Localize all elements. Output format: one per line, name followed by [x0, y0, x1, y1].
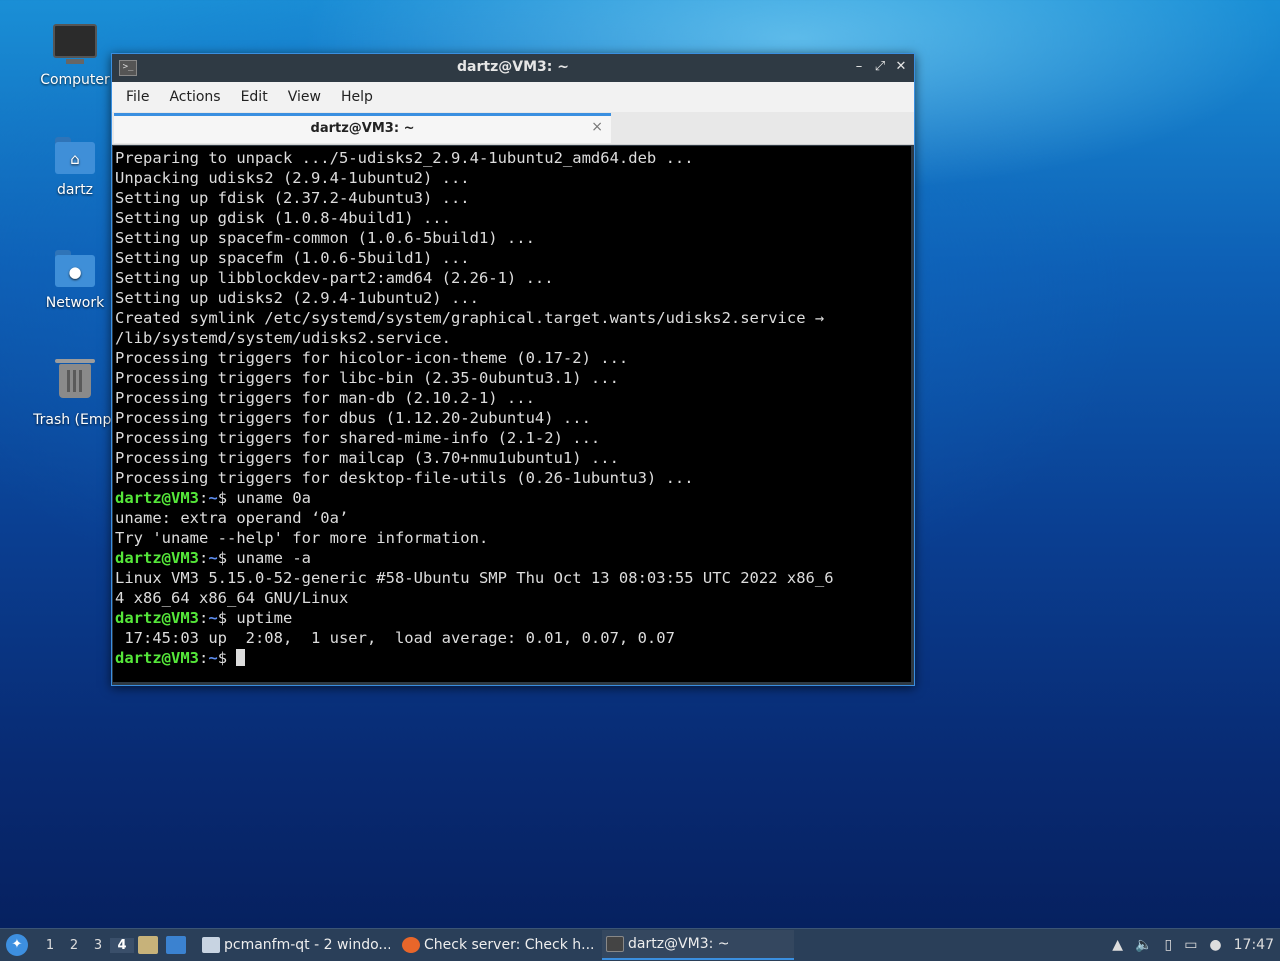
system-tray: ▲ 🔈 ▯ ▭ ● 17:47	[1106, 929, 1280, 961]
prompt-separator: :	[199, 609, 209, 627]
prompt-dir: ~	[208, 549, 218, 567]
prompt-separator: :	[199, 649, 209, 667]
taskbar: ✦ 1 2 3 4 pcmanfm-qt - 2 windo... Check …	[0, 928, 1280, 961]
clock[interactable]: 17:47	[1234, 937, 1274, 953]
prompt-dir: ~	[208, 609, 218, 627]
terminal-output-line: Processing triggers for desktop-file-uti…	[115, 469, 694, 487]
menu-actions[interactable]: Actions	[159, 82, 230, 112]
terminal-prompt-line: dartz@VM3:~$	[115, 648, 909, 668]
prompt-dir: ~	[208, 649, 218, 667]
terminal-output-line: Setting up udisks2 (2.9.4-1ubuntu2) ...	[115, 289, 479, 307]
terminal-output-line: Processing triggers for libc-bin (2.35-0…	[115, 369, 619, 387]
task-label: pcmanfm-qt - 2 windo...	[224, 937, 390, 953]
prompt-end: $	[217, 609, 237, 627]
terminal-window: >_ dartz@VM3: ~ – ⤢ ✕ File Actions Edit …	[111, 53, 915, 686]
file-manager-launcher-icon[interactable]	[138, 936, 158, 954]
workspace-3[interactable]: 3	[86, 938, 110, 953]
tray-up-arrow-icon[interactable]: ▲	[1112, 937, 1123, 953]
menu-file[interactable]: File	[116, 82, 159, 112]
notification-icon[interactable]: ●	[1209, 937, 1221, 953]
terminal-output-line: Setting up fdisk (2.37.2-4ubuntu3) ...	[115, 189, 470, 207]
prompt-user: dartz@VM3	[115, 609, 199, 627]
prompt-end: $	[217, 549, 237, 567]
task-label: Check server: Check h...	[424, 937, 594, 953]
terminal-output-line: 17:45:03 up 2:08, 1 user, load average: …	[115, 629, 675, 647]
terminal-output-line: Setting up libblockdev-part2:amd64 (2.26…	[115, 269, 554, 287]
tab-bar: dartz@VM3: ~ ×	[112, 112, 914, 145]
close-button[interactable]: ✕	[892, 58, 910, 76]
minimize-button[interactable]: –	[850, 58, 868, 76]
terminal-output-line: Setting up spacefm-common (1.0.6-5build1…	[115, 229, 535, 247]
window-title: dartz@VM3: ~	[457, 59, 569, 75]
window-titlebar[interactable]: >_ dartz@VM3: ~ – ⤢ ✕	[112, 54, 914, 82]
terminal-prompt-line: dartz@VM3:~$ uname -a	[115, 548, 909, 568]
terminal-output-line: uname: extra operand ‘0a’	[115, 509, 349, 527]
task-label: dartz@VM3: ~	[628, 936, 730, 952]
terminal-cursor	[236, 649, 246, 666]
firefox-icon	[402, 937, 420, 953]
workspace-2[interactable]: 2	[62, 938, 86, 953]
terminal-prompt-line: dartz@VM3:~$ uptime	[115, 608, 909, 628]
prompt-separator: :	[199, 489, 209, 507]
tab-close-icon[interactable]: ×	[591, 119, 603, 135]
prompt-end: $	[217, 649, 237, 667]
prompt-separator: :	[199, 549, 209, 567]
terminal-output-line: Unpacking udisks2 (2.9.4-1ubuntu2) ...	[115, 169, 470, 187]
terminal-output-line: Processing triggers for dbus (1.12.20-2u…	[115, 409, 591, 427]
task-terminal[interactable]: dartz@VM3: ~	[602, 930, 794, 960]
start-menu-icon[interactable]: ✦	[6, 934, 28, 956]
monitor-icon	[53, 24, 97, 68]
clipboard-icon[interactable]: ▯	[1164, 937, 1172, 953]
terminal-output-line: Linux VM3 5.15.0-52-generic #58-Ubuntu S…	[115, 569, 834, 587]
command-text: uptime	[236, 609, 293, 627]
tab-terminal[interactable]: dartz@VM3: ~ ×	[114, 113, 611, 143]
terminal-output-line: Created symlink /etc/systemd/system/grap…	[115, 309, 825, 327]
terminal-icon	[606, 936, 624, 952]
prompt-user: dartz@VM3	[115, 649, 199, 667]
terminal-output-line: Setting up gdisk (1.0.8-4build1) ...	[115, 209, 451, 227]
home-folder-icon: ⌂	[53, 134, 97, 178]
maximize-button[interactable]: ⤢	[871, 58, 889, 76]
terminal-output-line: Setting up spacefm (1.0.6-5build1) ...	[115, 249, 470, 267]
terminal-output-line: 4 x86_64 x86_64 GNU/Linux	[115, 589, 349, 607]
task-pcmanfm[interactable]: pcmanfm-qt - 2 windo...	[198, 930, 390, 960]
terminal-output-line: Preparing to unpack .../5-udisks2_2.9.4-…	[115, 149, 694, 167]
terminal-output-line: Processing triggers for shared-mime-info…	[115, 429, 601, 447]
menu-edit[interactable]: Edit	[231, 82, 278, 112]
network-folder-icon: ●	[53, 247, 97, 291]
trash-icon	[53, 359, 97, 408]
show-desktop-icon[interactable]	[166, 936, 186, 954]
prompt-user: dartz@VM3	[115, 549, 199, 567]
workspace-4[interactable]: 4	[110, 937, 134, 953]
menu-help[interactable]: Help	[331, 82, 383, 112]
file-manager-icon	[202, 937, 220, 953]
command-text: uname -a	[236, 549, 312, 567]
terminal-output[interactable]: Preparing to unpack .../5-udisks2_2.9.4-…	[113, 146, 911, 682]
network-status-icon[interactable]: ▭	[1184, 937, 1197, 953]
task-firefox[interactable]: Check server: Check h...	[398, 930, 594, 960]
volume-icon[interactable]: 🔈	[1135, 937, 1152, 953]
terminal-prompt-line: dartz@VM3:~$ uname 0a	[115, 488, 909, 508]
command-text: uname 0a	[236, 489, 312, 507]
prompt-dir: ~	[208, 489, 218, 507]
terminal-output-line: Try 'uname --help' for more information.	[115, 529, 489, 547]
menu-view[interactable]: View	[278, 82, 331, 112]
tab-label: dartz@VM3: ~	[310, 121, 415, 136]
workspace-1[interactable]: 1	[38, 938, 62, 953]
menubar: File Actions Edit View Help	[112, 82, 914, 112]
prompt-end: $	[217, 489, 237, 507]
terminal-output-line: Processing triggers for mailcap (3.70+nm…	[115, 449, 619, 467]
terminal-output-line: /lib/systemd/system/udisks2.service.	[115, 329, 451, 347]
prompt-user: dartz@VM3	[115, 489, 199, 507]
terminal-output-line: Processing triggers for hicolor-icon-the…	[115, 349, 629, 367]
terminal-output-line: Processing triggers for man-db (2.10.2-1…	[115, 389, 535, 407]
